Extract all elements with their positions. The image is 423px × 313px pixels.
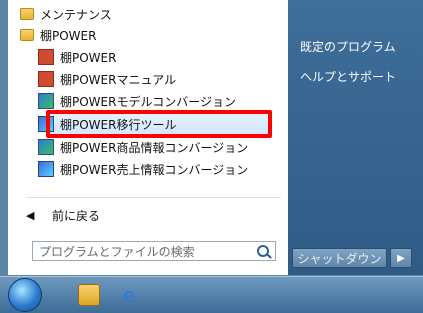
search-input[interactable]: プログラムとファイルの検索 bbox=[32, 241, 276, 261]
shutdown-label: シャットダウン bbox=[297, 251, 382, 266]
start-menu: メンテナンス 棚POWER 棚POWER 棚POWERマニュアル 棚POWERモ… bbox=[0, 0, 423, 312]
programs-panel: メンテナンス 棚POWER 棚POWER 棚POWERマニュアル 棚POWERモ… bbox=[8, 0, 297, 275]
back-label: 前に戻る bbox=[52, 208, 101, 223]
program-item-product-conversion[interactable]: 棚POWER商品情報コンバージョン bbox=[38, 137, 248, 157]
program-item-model-conversion[interactable]: 棚POWERモデルコンバージョン bbox=[38, 91, 236, 111]
program-item-manual[interactable]: 棚POWERマニュアル bbox=[38, 69, 176, 89]
program-item-label: 棚POWER bbox=[60, 50, 117, 65]
program-item-label: 棚POWER商品情報コンバージョン bbox=[60, 140, 249, 155]
program-item-label: 棚POWER bbox=[40, 28, 97, 43]
folder-icon bbox=[20, 29, 34, 41]
program-item-sales-conversion[interactable]: 棚POWER売上情報コンバージョン bbox=[38, 159, 248, 179]
divider bbox=[26, 197, 281, 198]
help-and-support-link[interactable]: ヘルプとサポート bbox=[300, 68, 396, 85]
search-icon[interactable] bbox=[257, 245, 269, 257]
shutdown-button[interactable]: シャットダウン bbox=[292, 248, 387, 268]
search-placeholder: プログラムとファイルの検索 bbox=[39, 244, 195, 259]
program-item-label: 棚POWER売上情報コンバージョン bbox=[60, 162, 249, 177]
folder-icon bbox=[20, 8, 34, 20]
converter-icon bbox=[38, 161, 54, 177]
chevron-right-icon: ▶ bbox=[397, 252, 405, 264]
manual-icon bbox=[38, 71, 54, 87]
taskbar: e bbox=[0, 276, 423, 313]
app-icon bbox=[38, 49, 54, 65]
converter-icon bbox=[38, 93, 54, 109]
back-button[interactable]: ◀ 前に戻る bbox=[26, 205, 100, 225]
converter-icon bbox=[38, 139, 54, 155]
program-item-maintenance[interactable]: メンテナンス bbox=[20, 4, 112, 24]
red-highlight-box bbox=[46, 110, 272, 138]
program-item-label: 棚POWERモデルコンバージョン bbox=[60, 94, 236, 109]
back-arrow-icon: ◀ bbox=[26, 208, 35, 222]
program-item-tanapower-folder[interactable]: 棚POWER bbox=[20, 25, 96, 45]
shutdown-options-button[interactable]: ▶ bbox=[390, 248, 412, 268]
program-item-label: 棚POWERマニュアル bbox=[60, 72, 177, 87]
program-item-label: メンテナンス bbox=[40, 7, 112, 22]
default-programs-link[interactable]: 既定のプログラム bbox=[300, 38, 396, 55]
windows-explorer-icon[interactable] bbox=[78, 284, 100, 306]
internet-explorer-icon[interactable]: e bbox=[118, 284, 140, 306]
program-item-tanapower[interactable]: 棚POWER bbox=[38, 47, 116, 67]
start-orb-icon[interactable] bbox=[8, 278, 42, 312]
